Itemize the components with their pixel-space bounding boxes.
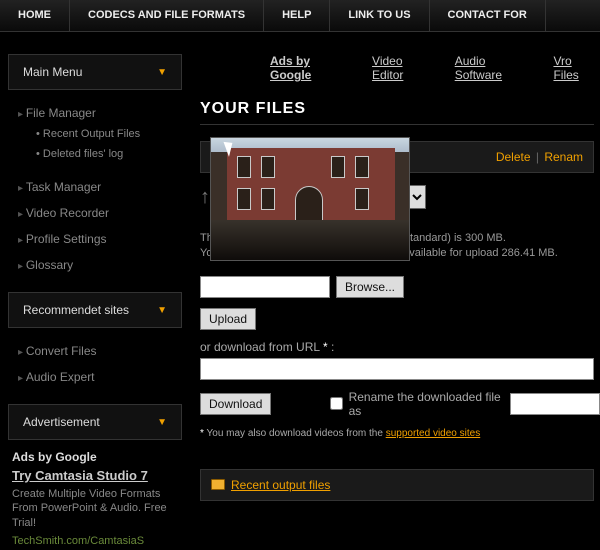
rename-label: Rename the downloaded file as xyxy=(349,390,504,418)
menu-video-recorder[interactable]: Video Recorder xyxy=(18,200,182,226)
browse-button[interactable]: Browse... xyxy=(336,276,404,298)
panel-recommended-label: Recommendet sites xyxy=(23,303,129,317)
or-url-label: or download from URL xyxy=(200,340,320,354)
rename-link[interactable]: Renam xyxy=(544,150,583,164)
menu-profile-settings[interactable]: Profile Settings xyxy=(18,226,182,252)
nav-home[interactable]: HOME xyxy=(0,0,70,31)
menu-task-manager[interactable]: Task Manager xyxy=(18,174,182,200)
menu-convert-files[interactable]: Convert Files xyxy=(18,338,182,364)
ads-by-google-link[interactable]: Ads by Google xyxy=(270,54,354,82)
folder-icon xyxy=(211,479,225,490)
submenu-recent-output[interactable]: Recent Output Files xyxy=(36,124,182,144)
up-arrow-icon: ↑ xyxy=(200,186,210,209)
page-title: YOUR FILES xyxy=(200,100,594,125)
chevron-down-icon: ▼ xyxy=(157,417,167,428)
panel-advertisement-label: Advertisement xyxy=(23,415,100,429)
nav-link-to-us[interactable]: LINK TO US xyxy=(330,0,429,31)
panel-main-menu-label: Main Menu xyxy=(23,65,82,79)
submenu-deleted-log[interactable]: Deleted files' log xyxy=(36,144,182,164)
menu-glossary[interactable]: Glossary xyxy=(18,252,182,278)
menu-audio-expert[interactable]: Audio Expert xyxy=(18,364,182,390)
menu-file-manager[interactable]: File Manager Recent Output Files Deleted… xyxy=(18,100,182,174)
sponsor-audio-software[interactable]: Audio Software xyxy=(455,54,536,82)
upload-path-input[interactable] xyxy=(200,276,330,298)
ad-desc: Create Multiple Video Formats From Power… xyxy=(12,487,182,530)
sponsor-links: Ads by Google Video Editor Audio Softwar… xyxy=(200,32,600,100)
supported-sites-link[interactable]: supported video sites xyxy=(386,428,481,439)
panel-advertisement[interactable]: Advertisement ▼ xyxy=(8,404,182,440)
sponsor-video-editor[interactable]: Video Editor xyxy=(372,54,437,82)
download-button[interactable]: Download xyxy=(200,393,271,415)
chevron-down-icon: ▼ xyxy=(157,305,167,316)
recent-output-link[interactable]: Recent output files xyxy=(231,478,330,492)
rename-checkbox[interactable] xyxy=(330,397,343,410)
rename-input[interactable] xyxy=(510,393,600,415)
nav-codecs[interactable]: CODECS AND FILE FORMATS xyxy=(70,0,264,31)
panel-recommended[interactable]: Recommendet sites ▼ xyxy=(8,292,182,328)
ad-link[interactable]: Try Camtasia Studio 7 xyxy=(12,468,148,483)
ad-block: Ads by Google Try Camtasia Studio 7 Crea… xyxy=(12,450,182,548)
nav-contact[interactable]: CONTACT FOR xyxy=(430,0,546,31)
sidebar: Main Menu ▼ File Manager Recent Output F… xyxy=(0,32,190,548)
chevron-down-icon: ▼ xyxy=(157,67,167,78)
ads-by-google-label: Ads by Google xyxy=(12,450,182,464)
footnote: * You may also download videos from the … xyxy=(200,428,600,439)
ad-url: TechSmith.com/CamtasiaS xyxy=(12,534,182,548)
url-input[interactable] xyxy=(200,358,594,380)
upload-button[interactable]: Upload xyxy=(200,308,256,330)
video-thumbnail[interactable] xyxy=(210,137,410,261)
nav-help[interactable]: HELP xyxy=(264,0,330,31)
recent-output-bar: Recent output files xyxy=(200,469,594,501)
panel-main-menu[interactable]: Main Menu ▼ xyxy=(8,54,182,90)
delete-link[interactable]: Delete xyxy=(496,150,531,164)
sponsor-vro-files[interactable]: Vro Files xyxy=(553,54,600,82)
top-nav: HOME CODECS AND FILE FORMATS HELP LINK T… xyxy=(0,0,600,32)
main-content: Ads by Google Video Editor Audio Softwar… xyxy=(190,32,600,548)
